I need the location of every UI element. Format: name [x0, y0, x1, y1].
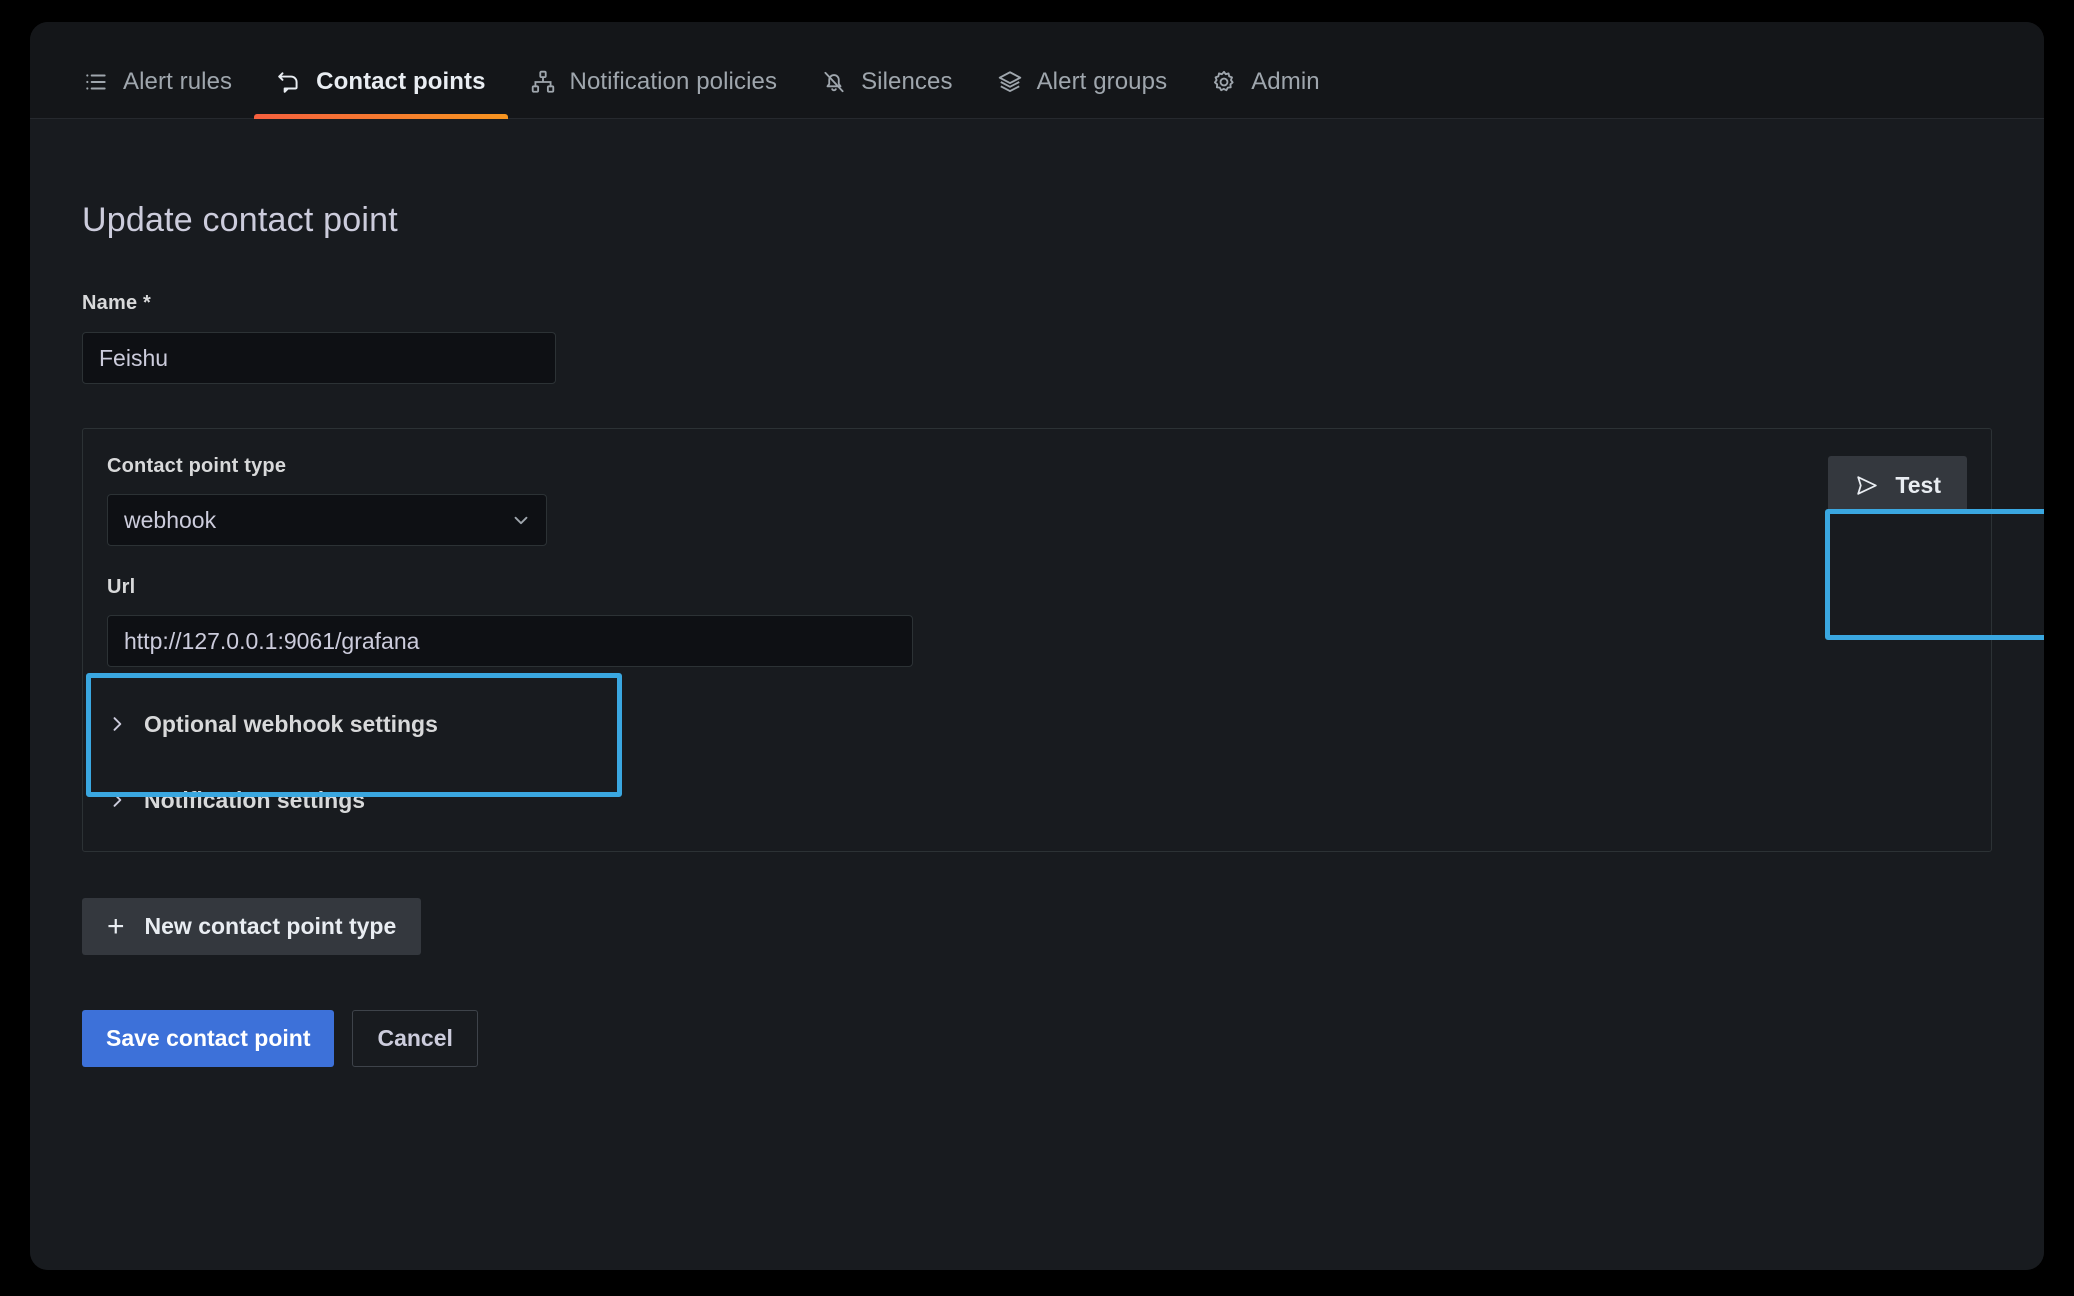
- name-input[interactable]: Feishu: [82, 332, 556, 384]
- contact-point-type-card: Test Contact point type webhook Url http…: [82, 428, 1992, 852]
- form-actions: Save contact point Cancel: [82, 1010, 2044, 1067]
- chevron-down-icon: [510, 509, 532, 531]
- chevron-right-icon: [107, 714, 127, 734]
- new-contact-point-type-button[interactable]: + New contact point type: [82, 898, 422, 955]
- tab-label: Contact points: [316, 68, 486, 95]
- url-label: Url: [107, 576, 136, 598]
- cancel-button[interactable]: Cancel: [352, 1010, 478, 1067]
- contact-point-type-select[interactable]: webhook: [107, 494, 547, 546]
- url-input[interactable]: http://127.0.0.1:9061/grafana: [107, 615, 913, 667]
- send-icon: [1854, 473, 1879, 498]
- test-button[interactable]: Test: [1828, 456, 1967, 514]
- layers-icon: [997, 69, 1023, 95]
- list-icon: [83, 69, 109, 95]
- tab-alert-groups[interactable]: Alert groups: [975, 46, 1190, 118]
- tab-label: Silences: [861, 68, 953, 95]
- tab-admin[interactable]: Admin: [1189, 46, 1342, 118]
- bell-slash-icon: [821, 69, 847, 95]
- alerting-tab-bar: Alert rules Contact points Notification …: [30, 22, 2044, 119]
- tab-label: Admin: [1251, 68, 1320, 95]
- name-field-group: Name * Feishu: [82, 292, 2044, 384]
- notification-settings-toggle[interactable]: Notification settings: [107, 779, 1991, 821]
- tab-label: Alert groups: [1036, 68, 1168, 95]
- optional-webhook-settings-toggle[interactable]: Optional webhook settings: [107, 703, 1991, 745]
- tab-contact-points[interactable]: Contact points: [254, 46, 508, 119]
- new-contact-point-type-label: New contact point type: [144, 913, 397, 939]
- collapsible-label: Notification settings: [144, 786, 366, 813]
- tab-alert-rules[interactable]: Alert rules: [61, 46, 254, 118]
- tab-silences[interactable]: Silences: [799, 46, 975, 118]
- tab-label: Notification policies: [569, 68, 778, 95]
- tab-label: Alert rules: [123, 68, 233, 95]
- plus-icon: +: [107, 909, 125, 943]
- gear-icon: [1211, 69, 1237, 95]
- contact-point-type-value: webhook: [124, 507, 217, 533]
- url-field-group: Url http://127.0.0.1:9061/grafana: [107, 576, 1991, 667]
- collapsible-label: Optional webhook settings: [144, 710, 438, 737]
- contact-point-edit-page: Update contact point Name * Feishu Test …: [30, 119, 2044, 1270]
- tab-notification-policies[interactable]: Notification policies: [508, 46, 800, 118]
- contact-point-icon: [276, 69, 302, 95]
- chevron-right-icon: [107, 790, 127, 810]
- name-label: Name *: [82, 292, 152, 314]
- save-contact-point-button[interactable]: Save contact point: [82, 1010, 335, 1067]
- test-button-label: Test: [1895, 471, 1941, 498]
- page-title: Update contact point: [82, 201, 398, 239]
- grafana-alerting-window: Alert rules Contact points Notification …: [30, 22, 2044, 1270]
- sitemap-icon: [530, 69, 556, 95]
- contact-point-type-label: Contact point type: [107, 455, 287, 477]
